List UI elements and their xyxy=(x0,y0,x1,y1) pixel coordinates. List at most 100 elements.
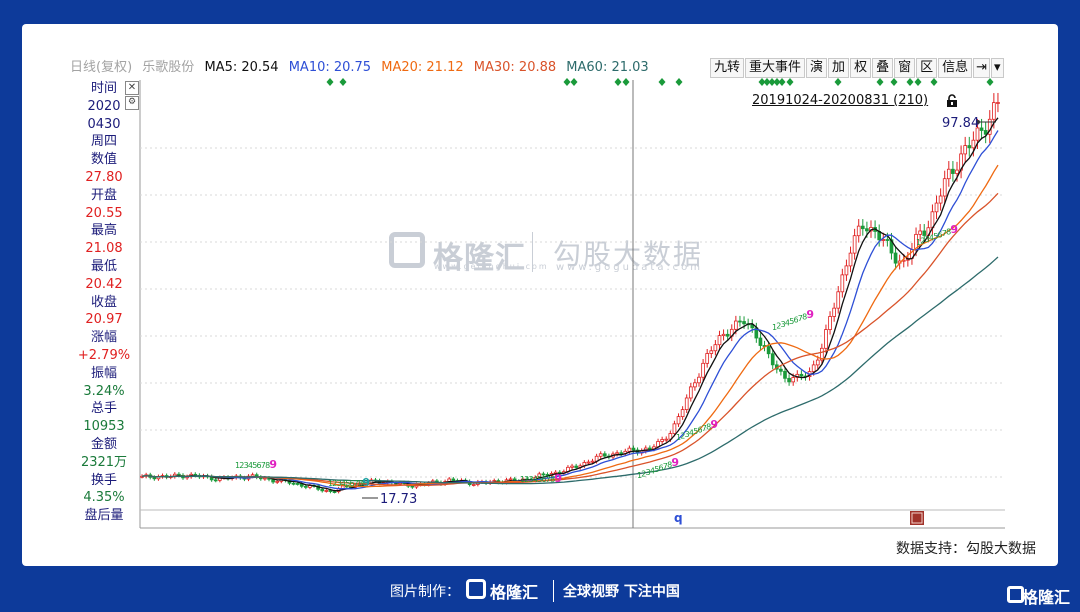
candle-body xyxy=(717,335,722,346)
candle-body xyxy=(815,359,820,366)
candle-body xyxy=(852,235,857,254)
candle-body xyxy=(688,386,693,399)
candle-body xyxy=(602,453,607,457)
q-marker: q xyxy=(674,511,683,525)
candle-body xyxy=(304,485,308,488)
candlestick-chart[interactable]: 17.7397.841 2 3 4 5 6 7 8 91 2 3 4 5 6 7 8 9 1 2 3 4 5 6 7 8 9 1 2 3… xyxy=(0,0,1080,612)
footer-made-by: 图片制作： xyxy=(390,584,460,600)
candle-body xyxy=(631,447,636,451)
candle-body xyxy=(291,482,296,485)
candle-body xyxy=(193,473,198,476)
ma5-line xyxy=(141,117,999,492)
candle-body xyxy=(709,350,714,354)
max-value-label: 97.84 xyxy=(942,116,979,131)
candle-body xyxy=(770,353,775,366)
gelonghui-logo-icon xyxy=(466,579,486,599)
candle-body xyxy=(783,370,787,379)
candle-body xyxy=(791,377,796,383)
candle-body xyxy=(619,452,624,455)
candle-body xyxy=(946,168,951,180)
candle-body xyxy=(885,239,890,241)
candle-body xyxy=(250,474,255,477)
event-marker-3 xyxy=(570,78,578,86)
footer: 图片制作： 格隆汇 全球视野 下注中国 格隆汇 xyxy=(0,574,1080,612)
ma30-line xyxy=(141,192,999,487)
candle-body xyxy=(836,291,841,309)
countdown-label: 9 xyxy=(950,223,958,236)
candle-body xyxy=(410,485,415,488)
candle-body xyxy=(213,479,218,482)
candle-body xyxy=(676,416,681,425)
candle-body xyxy=(996,102,1000,104)
countdown-label: 9 xyxy=(554,472,562,485)
candle-body xyxy=(758,337,763,346)
candle-body xyxy=(787,377,791,383)
candle-body xyxy=(811,364,816,372)
candle-body xyxy=(725,333,730,337)
event-marker-1 xyxy=(339,78,347,86)
candle-body xyxy=(766,346,771,355)
ma60-line xyxy=(141,256,999,485)
candle-body xyxy=(471,484,476,486)
candle-body xyxy=(320,488,325,492)
candle-body xyxy=(451,478,456,481)
event-marker-4 xyxy=(614,78,622,86)
candle-body xyxy=(742,321,746,325)
ma20-line xyxy=(141,164,999,488)
candle-body xyxy=(779,368,783,372)
event-marker-15 xyxy=(876,78,884,86)
event-marker-2 xyxy=(563,78,571,86)
candle-body xyxy=(332,491,337,493)
countdown-label: 9 xyxy=(710,418,718,431)
candle-body xyxy=(680,409,685,418)
candle-body xyxy=(971,139,976,149)
event-marker-7 xyxy=(675,78,683,86)
candle-body xyxy=(844,265,849,276)
candle-body xyxy=(967,145,972,149)
candle-body xyxy=(615,452,619,455)
candle-body xyxy=(684,397,689,410)
candle-body xyxy=(701,362,705,378)
min-value-label: 17.73 xyxy=(380,492,417,507)
candle-body xyxy=(586,461,591,464)
candle-body xyxy=(893,252,898,264)
candle-body xyxy=(648,447,652,450)
candle-body xyxy=(738,320,742,323)
event-marker-5 xyxy=(622,78,630,86)
candle-body xyxy=(848,252,853,267)
candle-body xyxy=(824,329,828,349)
footer-corner-brand: 格隆汇 xyxy=(1021,588,1070,607)
candle-body xyxy=(590,460,595,463)
candle-body xyxy=(508,478,513,481)
candle-body xyxy=(955,169,959,174)
candle-body xyxy=(828,316,832,330)
candle-body xyxy=(697,376,701,384)
candle-body xyxy=(963,145,968,155)
countdown-label: 9 xyxy=(671,456,679,469)
event-marker-19 xyxy=(930,78,938,86)
candle-body xyxy=(938,195,943,204)
candle-body xyxy=(324,490,329,492)
countdown-label: 9 xyxy=(806,308,814,321)
event-marker-12 xyxy=(778,78,786,86)
candle-body xyxy=(860,225,865,230)
candle-body xyxy=(705,353,710,364)
candle-body xyxy=(275,480,280,483)
candle-body xyxy=(263,477,267,480)
candle-body xyxy=(152,476,157,480)
event-marker-20 xyxy=(986,78,994,86)
countdown-label: 9 xyxy=(362,476,370,489)
footer-logo: 格隆汇 xyxy=(466,576,546,604)
candle-body xyxy=(664,438,669,441)
candle-body xyxy=(840,274,845,293)
footer-divider xyxy=(553,580,554,602)
candle-body xyxy=(979,127,984,131)
footer-slogan: 全球视野 下注中国 xyxy=(563,584,680,600)
candle-body xyxy=(295,483,300,485)
candle-body xyxy=(865,228,869,232)
footer-brand: 格隆汇 xyxy=(490,583,539,602)
candle-body xyxy=(992,102,996,120)
candle-body xyxy=(328,490,333,492)
event-marker-0 xyxy=(326,78,334,86)
candle-body xyxy=(856,225,861,237)
